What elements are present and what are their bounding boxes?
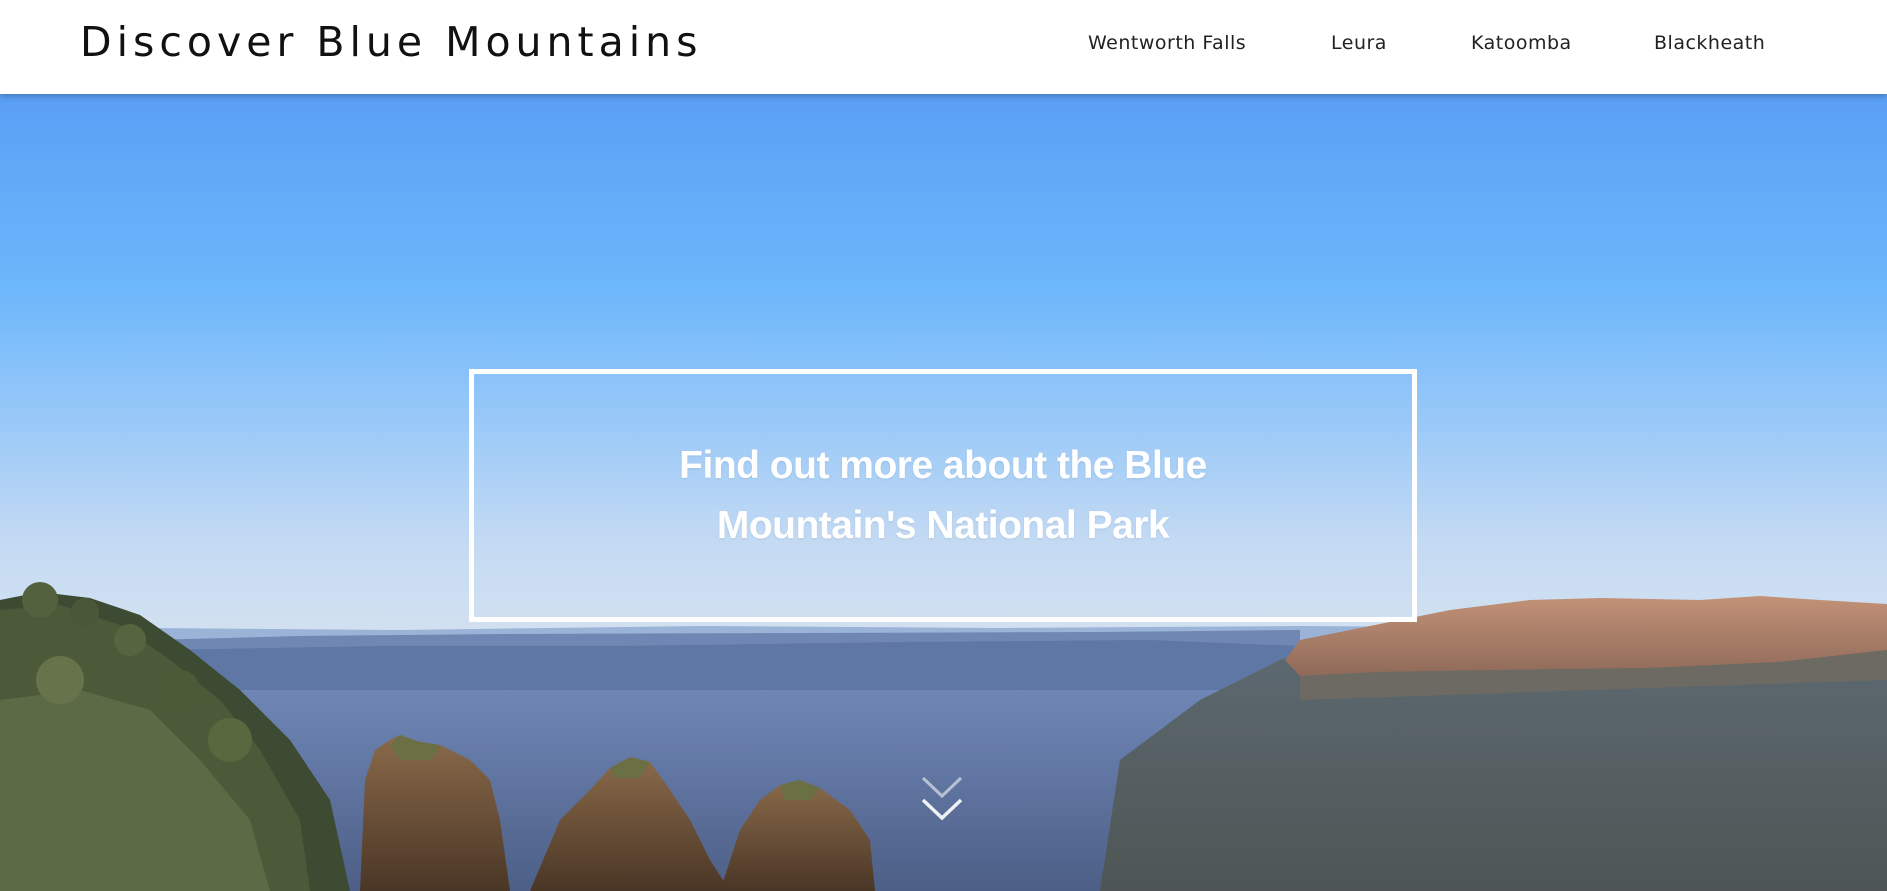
nav-item-blackheath[interactable]: Blackheath <box>1654 32 1765 54</box>
scroll-down-button[interactable] <box>917 770 967 830</box>
nav-item-katoomba[interactable]: Katoomba <box>1471 32 1572 54</box>
cta-box: Find out more about the Blue Mountain's … <box>469 369 1417 622</box>
hero-heading: Find out more about the Blue Mountain's … <box>679 443 1207 547</box>
site-header: Discover Blue Mountains Wentworth Falls … <box>0 0 1887 94</box>
hero-section: Find out more about the Blue Mountain's … <box>0 94 1887 891</box>
nav-item-leura[interactable]: Leura <box>1331 32 1387 54</box>
double-chevron-down-icon <box>921 776 963 821</box>
site-title[interactable]: Discover Blue Mountains <box>80 18 702 66</box>
nav-item-wentworth-falls[interactable]: Wentworth Falls <box>1088 32 1246 54</box>
